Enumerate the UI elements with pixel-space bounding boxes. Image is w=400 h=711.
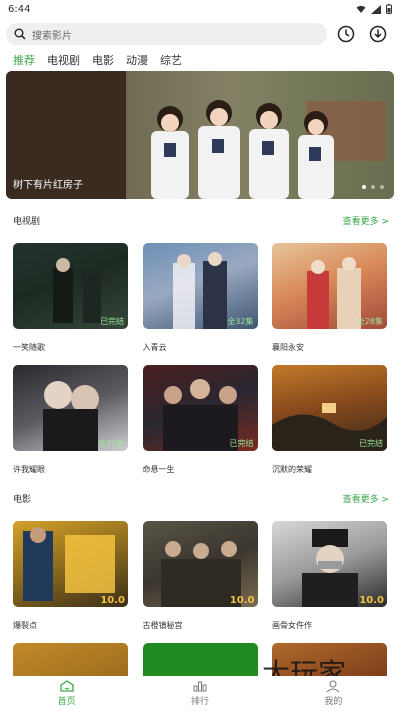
banner-dot[interactable] — [380, 185, 384, 189]
view-more-link[interactable]: 查看更多 > — [343, 492, 389, 505]
wifi-icon — [356, 5, 366, 13]
status-bar: 6:44 — [0, 0, 400, 18]
home-icon — [60, 680, 74, 692]
card-title: 沉默的荣耀 — [272, 465, 312, 474]
status-badge: 全28集 — [356, 317, 383, 326]
score-badge: 10.0 — [229, 595, 255, 606]
nav-home[interactable]: 首页 — [58, 680, 76, 707]
nav-profile[interactable]: 我的 — [324, 680, 342, 707]
media-card[interactable]: 已完结 一笑随歌 — [13, 243, 128, 353]
media-card[interactable]: 已完结 命悬一生 — [142, 365, 258, 475]
card-title: 入青云 — [142, 343, 167, 352]
bottom-nav: 首页 排行 我的 — [0, 676, 400, 711]
movie-section-header: 电影 查看更多 > — [13, 492, 389, 505]
nav-profile-label: 我的 — [324, 697, 343, 707]
tab-anime[interactable]: 动漫 — [126, 52, 148, 68]
card-title: 襄阳永安 — [272, 343, 304, 352]
section-title: 电视剧 — [13, 217, 41, 227]
tv-section-header: 电视剧 查看更多 > — [13, 214, 389, 227]
poster-image: 10.0 — [272, 521, 387, 607]
status-badge: 全32集 — [97, 439, 124, 448]
battery-icon — [386, 4, 392, 14]
category-tabs: 推荐 电视剧 电影 动漫 综艺 — [13, 52, 182, 68]
media-card[interactable]: 全32集 入青云 — [142, 243, 258, 353]
view-more-link[interactable]: 查看更多 > — [343, 214, 389, 227]
tab-tv-series[interactable]: 电视剧 — [47, 52, 80, 68]
card-title: 爆裂点 — [13, 621, 37, 630]
tv-row-2: 全32集 许我耀眼 已完结 命悬一生 已完结 沉默的荣耀 — [13, 365, 387, 475]
status-badge: 全32集 — [227, 317, 254, 326]
profile-icon — [326, 680, 340, 692]
poster-image: 10.0 — [13, 521, 128, 607]
media-card[interactable]: 全32集 许我耀眼 — [13, 365, 128, 475]
tab-movie[interactable]: 电影 — [92, 52, 114, 68]
status-time: 6:44 — [8, 3, 31, 15]
tv-row-1: 已完结 一笑随歌 全32集 入青云 全28集 襄阳永安 — [13, 243, 387, 353]
search-box[interactable]: 搜索影片 — [6, 23, 327, 45]
section-title: 电影 — [13, 495, 32, 505]
media-card[interactable]: 10.0 古橙镇秘宫 — [142, 521, 258, 631]
poster-image: 已完结 — [272, 365, 387, 451]
nav-home-label: 首页 — [57, 697, 76, 707]
banner-pagination — [362, 185, 384, 189]
movie-row-1: 10.0 爆裂点 10.0 古橙镇秘宫 10.0 画骨女仵作 — [13, 521, 387, 631]
score-badge: 10.0 — [100, 595, 125, 606]
poster-image: 全32集 — [13, 365, 128, 451]
media-card[interactable]: 10.0 爆裂点 — [13, 521, 128, 631]
media-card[interactable]: 全28集 襄阳永安 — [272, 243, 387, 353]
media-card[interactable]: 10.0 画骨女仵作 — [272, 521, 387, 631]
banner-caption: 树下有片红房子 — [13, 180, 83, 191]
banner-dot[interactable] — [371, 185, 375, 189]
poster-image: 全28集 — [272, 243, 387, 329]
banner-carousel[interactable]: 树下有片红房子 — [6, 71, 394, 199]
poster-image: 已完结 — [142, 365, 258, 451]
card-title: 许我耀眼 — [13, 465, 45, 474]
history-icon — [337, 25, 355, 43]
status-badge: 已完结 — [359, 439, 383, 448]
history-button[interactable] — [336, 24, 356, 44]
poster-image: 已完结 — [13, 243, 128, 329]
status-icons — [356, 4, 392, 14]
nav-ranking-label: 排行 — [190, 697, 209, 707]
score-badge: 10.0 — [359, 595, 384, 606]
search-icon — [14, 28, 26, 40]
tab-variety[interactable]: 综艺 — [160, 52, 182, 68]
download-button[interactable] — [368, 24, 388, 44]
signal-icon — [371, 4, 381, 14]
download-icon — [369, 25, 387, 43]
poster-image: 10.0 — [142, 521, 258, 607]
status-badge: 已完结 — [229, 439, 254, 448]
media-card[interactable]: 已完结 沉默的荣耀 — [272, 365, 387, 475]
card-title: 古橙镇秘宫 — [142, 621, 183, 630]
nav-ranking[interactable]: 排行 — [191, 680, 209, 707]
ranking-icon — [193, 681, 207, 692]
tab-recommend[interactable]: 推荐 — [13, 52, 35, 68]
poster-image: 全32集 — [142, 243, 258, 329]
banner-dot[interactable] — [362, 185, 366, 189]
card-title: 一笑随歌 — [13, 343, 45, 352]
status-badge: 已完结 — [100, 317, 124, 326]
card-title: 画骨女仵作 — [272, 621, 312, 630]
search-input[interactable]: 搜索影片 — [32, 27, 72, 42]
search-row: 搜索影片 — [6, 22, 394, 46]
card-title: 命悬一生 — [142, 465, 175, 474]
